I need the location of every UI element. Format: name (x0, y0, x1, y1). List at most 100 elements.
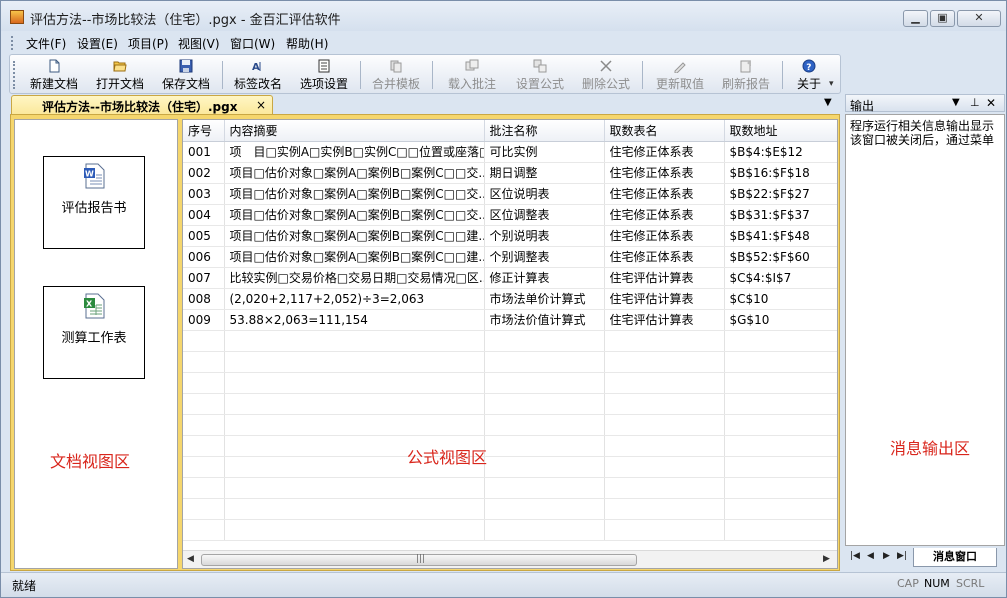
menu-window[interactable]: 窗口(W) (230, 35, 275, 52)
table-row[interactable]: 009 53.88×2,063=111,154 市场法价值计算式 住宅评估计算表 $G$… (183, 309, 837, 331)
menu-help[interactable]: 帮助(H) (286, 35, 328, 52)
column-header-index[interactable]: 序号 (183, 120, 225, 142)
minimize-icon: ▁ (911, 11, 920, 24)
table-cell: 住宅修正体系表 (604, 183, 725, 205)
table-cell: $C$4:$I$7 (724, 267, 837, 289)
close-button[interactable]: ✕ (957, 10, 1001, 27)
maximize-button[interactable]: ▣ (930, 10, 955, 27)
table-row[interactable]: 005 项目□估价对象□案例A□案例B□案例C□□建... 个别说明表 住宅修正体系表… (183, 225, 837, 247)
toolbar-grip[interactable] (13, 61, 16, 89)
load-annotation-button[interactable]: 载入批注 (442, 57, 502, 93)
document-view-panel: W 评估报告书 X 测算工作表 文档视图区 (14, 119, 178, 569)
svg-text:?: ? (806, 63, 811, 73)
open-document-button[interactable]: 打开文档 (92, 57, 148, 93)
new-document-button[interactable]: 新建文档 (26, 57, 82, 93)
svg-text:X: X (86, 300, 93, 309)
table-row[interactable]: 001 项 目□实例A□实例B□实例C□□位置或座落□... 可比实例 住宅修正体系表… (183, 141, 837, 163)
table-cell: 007 (183, 267, 225, 289)
table-cell: 可比实例 (484, 141, 605, 163)
pin-icon[interactable]: ⊥ (970, 96, 980, 109)
last-tab-icon[interactable]: ▶| (897, 551, 907, 561)
table-cell (724, 330, 837, 352)
delete-formula-button[interactable]: 删除公式 (576, 57, 636, 93)
table-cell: 个别说明表 (484, 225, 605, 247)
tab-close-icon[interactable]: × (256, 98, 266, 112)
output-text-area[interactable]: 程序运行相关信息输出显示 该窗口被关闭后，通过菜单 消息输出区 (845, 114, 1005, 546)
set-formula-button[interactable]: 设置公式 (510, 57, 570, 93)
scroll-left-icon[interactable]: ◀ (187, 554, 194, 564)
open-folder-icon (113, 61, 127, 72)
table-cell: 比较实例□交易价格□交易日期□交易情况□区... (224, 267, 485, 289)
table-cell: 008 (183, 288, 225, 310)
table-row[interactable]: 003 项目□估价对象□案例A□案例B□案例C□□交... 区位说明表 住宅修正体系表… (183, 183, 837, 205)
save-document-button[interactable]: 保存文档 (158, 57, 214, 93)
horizontal-scrollbar[interactable]: ◀ ||| ▶ (183, 550, 837, 568)
toolbar-overflow-icon[interactable]: ▾ (829, 79, 834, 89)
table-cell (183, 477, 225, 499)
menu-view[interactable]: 视图(V) (178, 35, 220, 52)
doc-item-worksheet[interactable]: X 测算工作表 (43, 286, 145, 379)
output-panel-title: 输出 (850, 99, 875, 113)
table-cell (183, 351, 225, 373)
scrollbar-thumb[interactable]: ||| (201, 554, 637, 566)
panel-close-icon[interactable]: ✕ (986, 96, 996, 110)
table-row[interactable]: 008 (2,020+2,117+2,052)÷3=2,063 市场法单价计算式 住宅… (183, 288, 837, 310)
table-cell (224, 498, 485, 520)
column-header-address[interactable]: 取数地址 (724, 120, 837, 142)
table-cell: 项目□估价对象□案例A□案例B□案例C□□建... (224, 225, 485, 247)
first-tab-icon[interactable]: |◀ (850, 551, 860, 561)
column-header-sheet[interactable]: 取数表名 (604, 120, 725, 142)
table-row[interactable]: 004 项目□估价对象□案例A□案例B□案例C□□交... 区位调整表 住宅修正体系表… (183, 204, 837, 226)
scroll-right-icon[interactable]: ▶ (823, 554, 830, 564)
table-cell (604, 330, 725, 352)
panel-dropdown-icon[interactable]: ▼ (952, 97, 960, 108)
table-cell: 004 (183, 204, 225, 226)
refresh-report-icon (740, 60, 751, 73)
table-cell (724, 351, 837, 373)
document-view-region-label: 文档视图区 (50, 452, 131, 471)
formula-view-region-label: 公式视图区 (407, 448, 488, 467)
tab-message-window[interactable]: 消息窗口 (913, 548, 997, 567)
table-cell: 项目□估价对象□案例A□案例B□案例C□□交... (224, 204, 485, 226)
table-cell (484, 330, 605, 352)
table-cell: $B$52:$F$60 (724, 246, 837, 268)
table-cell (604, 519, 725, 541)
table-cell: 项目□估价对象□案例A□案例B□案例C□□建... (224, 246, 485, 268)
table-cell (183, 456, 225, 478)
column-header-summary[interactable]: 内容摘要 (224, 120, 485, 142)
table-row[interactable]: 007 比较实例□交易价格□交易日期□交易情况□区... 修正计算表 住宅评估计算表 $… (183, 267, 837, 289)
menu-project[interactable]: 项目(P) (128, 35, 169, 52)
document-tab[interactable]: 评估方法--市场比较法（住宅）.pgx × (11, 95, 273, 115)
doc-item-report[interactable]: W 评估报告书 (43, 156, 145, 249)
tab-list-dropdown-icon[interactable]: ▼ (824, 97, 832, 108)
update-value-button[interactable]: 更新取值 (650, 57, 710, 93)
toolbar-separator (642, 61, 643, 89)
document-tab-label: 评估方法--市场比较法（住宅）.pgx (42, 100, 238, 114)
empty-table-row (183, 435, 837, 457)
table-cell: 005 (183, 225, 225, 247)
menu-file[interactable]: 文件(F) (26, 35, 66, 52)
table-cell: $B$16:$F$18 (724, 162, 837, 184)
maximize-icon: ▣ (937, 11, 948, 24)
table-cell: $B$31:$F$37 (724, 204, 837, 226)
next-tab-icon[interactable]: ▶ (883, 551, 890, 561)
merge-template-button[interactable]: 合并模板 (368, 57, 424, 93)
menu-settings[interactable]: 设置(E) (77, 35, 118, 52)
table-row[interactable]: 006 项目□估价对象□案例A□案例B□案例C□□建... 个别调整表 住宅修正体系表… (183, 246, 837, 268)
column-header-annotation[interactable]: 批注名称 (484, 120, 605, 142)
table-cell (604, 435, 725, 457)
table-cell (604, 477, 725, 499)
menu-grip[interactable] (11, 36, 14, 50)
about-button[interactable]: ? 关于 (792, 57, 826, 93)
minimize-button[interactable]: ▁ (903, 10, 928, 27)
rename-tag-button[interactable]: A 标签改名 (230, 57, 286, 93)
refresh-report-button[interactable]: 刷新报告 (716, 57, 776, 93)
table-cell (183, 435, 225, 457)
table-row[interactable]: 002 项目□估价对象□案例A□案例B□案例C□□交... 期日调整 住宅修正体系表 $… (183, 162, 837, 184)
toolbar-separator (360, 61, 361, 89)
table-cell (224, 351, 485, 373)
status-text: 就绪 (12, 579, 37, 593)
options-settings-button[interactable]: 选项设置 (296, 57, 352, 93)
prev-tab-icon[interactable]: ◀ (867, 551, 874, 561)
table-cell: 住宅评估计算表 (604, 309, 725, 331)
